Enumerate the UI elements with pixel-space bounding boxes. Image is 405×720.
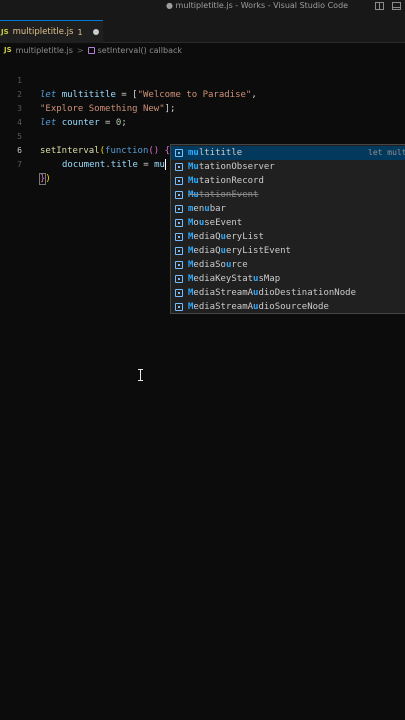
suggestion-label: MutationRecord <box>188 174 264 188</box>
suggestion-text: ltititle <box>198 148 243 158</box>
suggestion-text: ediaQ <box>193 232 221 242</box>
suggestion-item[interactable]: MediaSource <box>171 258 405 272</box>
javascript-file-icon: JS <box>1 28 9 36</box>
breadcrumb: JS multipletitle.js > setInterval() call… <box>0 43 405 57</box>
suggestion-text: dioSourceNode <box>258 302 329 312</box>
layout-controls <box>375 2 401 10</box>
suggestion-text: rce <box>231 260 248 270</box>
suggestion-match-highlight: Mu <box>188 176 199 186</box>
variable-symbol-icon <box>175 149 183 157</box>
function-symbol-icon <box>87 46 95 54</box>
property-name: title <box>110 160 138 170</box>
variable-symbol-icon <box>175 275 183 283</box>
variable-symbol-icon <box>175 191 183 199</box>
title-bar: ● multipletitle.js - Works - Visual Stud… <box>0 0 405 14</box>
window-title: ● multipletitle.js - Works - Visual Stud… <box>166 1 349 10</box>
suggestion-detail: let multititle <box>368 148 405 157</box>
variable-symbol-icon <box>175 303 183 311</box>
suggestion-text: dioDestinationNode <box>258 288 356 298</box>
suggestion-label: MutationEvent <box>188 188 258 202</box>
suggestion-label: MediaSource <box>188 258 248 272</box>
suggestion-label: MediaStreamAudioDestinationNode <box>188 286 356 300</box>
variable-symbol-icon <box>175 219 183 227</box>
suggestion-item[interactable]: MediaStreamAudioSourceNode <box>171 300 405 313</box>
line-number: 7 <box>17 160 22 169</box>
suggestion-text: eryList <box>225 232 264 242</box>
text-caret <box>164 159 166 170</box>
unsaved-dot-icon[interactable] <box>92 29 99 35</box>
toggle-panel-icon[interactable] <box>392 2 401 10</box>
tab-label: multipletitle.js <box>12 27 74 37</box>
suggestion-item[interactable]: MutationObserver <box>171 160 405 174</box>
suggestion-label: MediaQueryListEvent <box>188 244 291 258</box>
code-line: 5 setInterval(function() { <box>0 116 405 156</box>
code-line: 1 let multititle = ["Welcome to Paradise… <box>0 60 405 100</box>
code-line: 4 <box>0 102 405 127</box>
suggestion-text: ediaQ <box>193 246 221 256</box>
suggestion-item[interactable]: menubar <box>171 202 405 216</box>
variable-symbol-icon <box>175 247 183 255</box>
code-line-active: 6 document.title = mu <box>0 130 405 170</box>
suggestion-widget[interactable]: multititlelet multititleMutationObserver… <box>170 144 405 314</box>
code-line: 3 let counter = 0; <box>0 88 405 128</box>
suggestion-text: ediaStreamA <box>193 288 254 298</box>
suggestion-label: MouseEvent <box>188 216 242 230</box>
suggestion-text: en <box>193 204 205 214</box>
suggestion-item[interactable]: MediaStreamAudioDestinationNode <box>171 286 405 300</box>
variable-symbol-icon <box>175 205 183 213</box>
suggestion-text: tationEvent <box>198 190 259 200</box>
suggestion-item[interactable]: MediaKeyStatusMap <box>171 272 405 286</box>
suggestion-label: menubar <box>188 202 226 216</box>
ibeam-cursor-icon <box>138 369 143 381</box>
javascript-file-icon: JS <box>4 46 12 54</box>
suggestion-text: seEvent <box>204 218 243 228</box>
suggestion-item[interactable]: MutationRecord <box>171 174 405 188</box>
breadcrumb-symbol[interactable]: setInterval() callback <box>98 46 182 55</box>
suggestion-text: bar <box>209 204 226 214</box>
suggestion-label: MediaQueryList <box>188 230 264 244</box>
variable-symbol-icon <box>175 289 183 297</box>
code-line: 2 "Explore Something New"]; <box>0 74 405 114</box>
suggestion-item[interactable]: MutationEvent <box>171 188 405 202</box>
suggestion-text: tationObserver <box>198 162 275 172</box>
variable-symbol-icon <box>175 163 183 171</box>
suggestion-text: ediaKeyStat <box>193 274 254 284</box>
suggestion-text: ediaStreamA <box>193 302 254 312</box>
punctuation: ) <box>45 174 51 184</box>
suggestion-item[interactable]: multititle let multititle <box>171 146 405 160</box>
tab-multipletitle-js[interactable]: JS multipletitle.js 1 <box>0 20 103 43</box>
suggestion-match-highlight: Mu <box>188 190 199 200</box>
suggestion-label: MutationObserver <box>188 160 275 174</box>
tab-bar: JS multipletitle.js 1 <box>0 14 405 43</box>
suggestion-text: sMap <box>258 274 281 284</box>
breadcrumb-separator: > <box>76 45 84 55</box>
variable-symbol-icon <box>175 233 183 241</box>
toggle-sidebar-icon[interactable] <box>375 2 384 10</box>
problem-count-badge: 1 <box>77 27 83 37</box>
suggestion-label: multititle <box>188 146 242 160</box>
suggestion-label: MediaKeyStatusMap <box>188 272 280 286</box>
suggestion-text: eryListEvent <box>225 246 291 256</box>
suggestion-text: ediaSo <box>193 260 226 270</box>
variable-symbol-icon <box>175 177 183 185</box>
suggestion-match-highlight: mu <box>188 148 199 158</box>
variable-symbol-icon <box>175 261 183 269</box>
suggestion-label: MediaStreamAudioSourceNode <box>188 300 329 313</box>
suggestion-text: tationRecord <box>198 176 264 186</box>
typed-text: mu <box>154 160 165 170</box>
suggestion-item[interactable]: MouseEvent <box>171 216 405 230</box>
object-name: document <box>62 160 106 170</box>
suggestion-item[interactable]: MediaQueryListEvent <box>171 244 405 258</box>
operator: = <box>137 160 155 170</box>
suggestion-match-highlight: Mu <box>188 162 199 172</box>
suggestion-item[interactable]: MediaQueryList <box>171 230 405 244</box>
breadcrumb-file[interactable]: multipletitle.js <box>16 46 73 55</box>
